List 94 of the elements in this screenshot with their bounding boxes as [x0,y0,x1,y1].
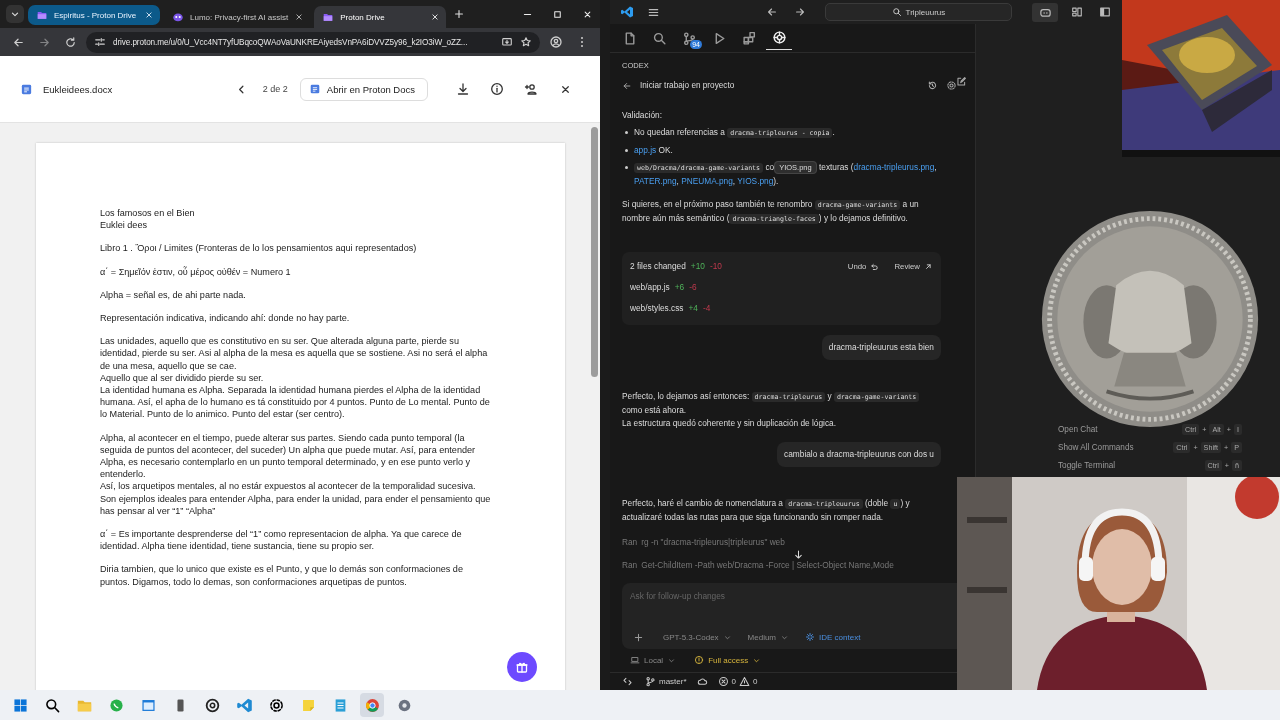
document-text: Los famosos en el Bien [100,207,196,220]
context-button[interactable]: IDE context [805,632,861,642]
folder-icon [322,11,335,23]
command-label: Ran [622,559,638,572]
message-text: Validación: [622,109,663,122]
command-text: rg -n "dracma-tripleurus|tripleurus" web [641,536,785,549]
document-text: Euklei dees [100,219,148,232]
browser-tab[interactable]: Proton Drive [314,6,447,28]
added-count: +6 [674,281,685,294]
warning-icon[interactable] [694,655,705,665]
close-icon[interactable] [430,12,441,22]
file-link[interactable]: PATER.png [634,176,677,186]
branch-status[interactable]: master* [645,676,687,687]
close-icon[interactable] [294,12,305,22]
file-name: Eukleidees.docx [43,83,113,95]
download-icon[interactable] [456,82,470,96]
gift-icon[interactable] [515,660,529,674]
document-text: Diria tambien, que lo unico que existe es el Punto, y que lo demás son conformaciones de puntos. Digamos, todo lo demas, son conformaciones arquetipas de puntos. [100,563,464,588]
added-count: +10 [690,260,705,273]
assistant-button[interactable] [1032,2,1058,22]
user-message: cambialo a dracma-tripleuurus con dos u [777,442,941,467]
warning-count[interactable]: 0 [753,677,758,686]
shortcut-label: Toggle Terminal [1058,460,1116,470]
cloud-sync-icon[interactable] [696,676,708,687]
context-icon[interactable] [805,632,816,642]
history-icon[interactable] [927,80,938,91]
removed-count: -6 [689,281,697,294]
file-link[interactable]: PNEUMA.png [681,176,733,186]
document-text: Representación indicativa, indicando ahí: donde no hay parte. [100,312,351,325]
shortcut-label: Show All Commands [1058,442,1134,452]
command-search[interactable]: Tripleuurus [824,3,1012,21]
access-dropdown[interactable]: Full access [694,655,762,665]
branch-name[interactable]: master* [659,677,687,686]
site-settings-icon[interactable] [94,36,106,48]
external-link-icon[interactable] [923,261,933,272]
browser-tab[interactable]: Espiritus - Proton Drive [28,5,160,25]
app-logo-icon [620,5,634,19]
search-icon[interactable] [651,30,667,46]
file-link[interactable]: YIOS.png [737,176,774,186]
scrollbar[interactable] [591,127,598,377]
laptop-icon[interactable] [630,655,640,665]
new-chat-icon[interactable] [956,76,967,87]
error-icon[interactable] [717,676,729,687]
effort-dropdown[interactable]: Medium [747,632,790,642]
search-text[interactable]: Tripleuurus [905,7,946,17]
folder-icon [36,9,48,21]
file-path[interactable]: web/app.js [630,281,670,294]
page-counter: 2 de 2 [262,84,288,94]
install-icon[interactable] [501,36,513,48]
bullet-dot [625,166,628,169]
document-text: Así, los arquetipos mentales, al no estár expuestos al acontecer de la temporalidad sucesiva. Son ejemplos ideales para entender Alpha, para ender la unidad, para ender el pensamiento que has pensar al ver “1” “Alpha” [100,480,492,518]
document-text: La identidad humana es Alpha. Separada la identidad humana pierdes el Alpha de la identidad humana. Así, el apha de lo humano es tá constituido por 4 puntos. Punto de Lo mental. Punto de lo Material. Punto de lo animico. Punto del estar (ser centro). [100,384,491,421]
knot-icon[interactable] [771,30,787,45]
command-label: Ran [622,536,638,549]
document-text: Alpha = señal es, de ahi parte nada. [100,288,247,301]
star-icon[interactable] [520,36,532,48]
add-person-icon[interactable] [524,82,538,96]
thread-title: Iniciar trabajo en proyecto [640,81,735,90]
shortcut-label: Open Chat [1058,424,1098,434]
user-message: dracma-tripleuurus esta bien [821,335,941,360]
bullet-dot [625,131,628,134]
file-path[interactable]: web/styles.css [630,302,684,315]
undo-icon[interactable] [869,261,880,272]
document-text: α΄ = Σημεῖόν ἐστιν, οὗ μέρος οὐθέν = Numero 1 [100,265,292,278]
creature-icon [172,11,184,23]
environment-dropdown[interactable]: Local [630,655,677,665]
removed-count: -4 [702,302,711,315]
model-dropdown[interactable]: GPT-5.3-Codex [663,632,732,642]
search-icon[interactable] [891,7,902,17]
back-arrow-icon[interactable] [622,80,632,91]
document-text: Las unidades, aquello que es constitutivo en su ser. Que alterada alguna parte, pierde su identidad, pierde su ser. Asi al alpha de la mesa es aquella que se sostiene. Asi no será el alpha de una mesa, aquello que se cae. [100,335,489,372]
browser-tab[interactable]: Lumo: Privacy-first AI assist [164,6,311,28]
bullet-dot [625,149,628,152]
document-text: Aquello que al ser dividido pierde su ser. [100,371,265,385]
document-icon [20,82,33,96]
added-count: +4 [688,302,698,315]
branch-icon[interactable] [645,676,656,687]
extensions-icon[interactable] [741,30,757,46]
open-button[interactable]: Abrir en Proton Docs [299,77,428,101]
command-text: Get-ChildItem -Path web/Dracma -Force | Select-Object Name,Mode [641,559,894,572]
document-text: α΄ = Es importante desprenderse del “1” como representacion de alpha. Ya que carece de identidad. Alpha tiene identidad, tiene sustancia, tiene su propio ser. [100,528,463,553]
removed-count: -10 [709,260,722,273]
address-bar[interactable]: drive.proton.me/u/0/U_Vcc4NT7yfUBqcoQWAoVaUNKREAiyedsVnPA6iDVVZ5y96_k2IO3iW_oZZ... [86,31,540,53]
error-count[interactable]: 0 [731,677,736,686]
file-link[interactable]: app.js [634,145,657,155]
info-icon[interactable] [490,82,504,96]
document-text: Libro 1 . Ὅροι / Limites (Fronteras de lo los pensamientos aqui representados) [100,242,418,255]
message-text: app.js OK. [634,144,674,157]
document-text: Alpha, al acontecer en el tiempo, puede alterar sus partes. Siendo cada punto temporal (la seguida de puntos del acontecer, del suceder) Un alpha que puede mutar. Así, para entender Alpha, es necesario contemplarlo en un punto temporal determinado, y en ese punto verlo y entenderlo. [100,431,477,481]
warning-triangle-icon[interactable] [739,676,750,687]
maximize-icon[interactable] [551,8,563,20]
message-text: 2 files changed [630,260,686,273]
document-icon[interactable] [308,83,321,95]
message-text: La estructura quedó coherente y sin duplicación de lógica. [622,417,837,430]
